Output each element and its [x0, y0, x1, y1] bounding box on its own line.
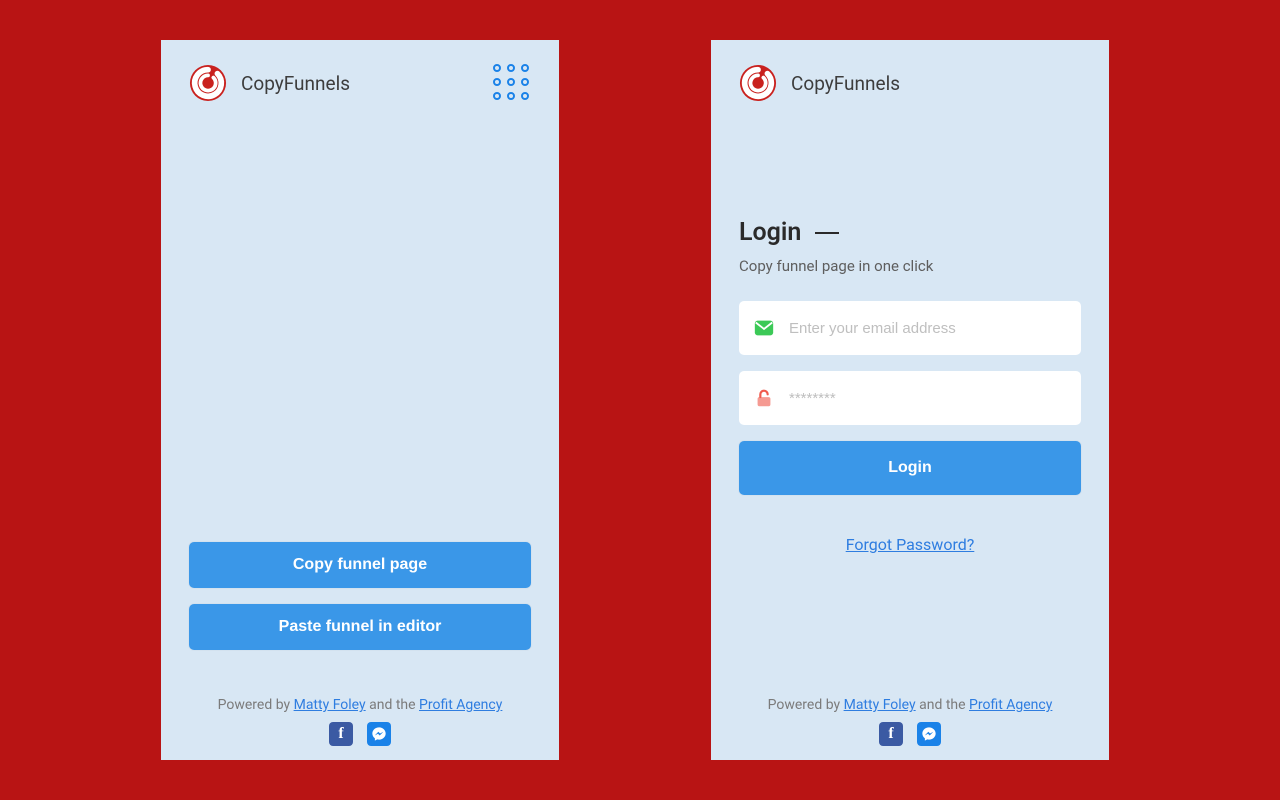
header: CopyFunnels — [711, 40, 1109, 102]
footer-link-author[interactable]: Matty Foley — [294, 697, 366, 713]
messenger-icon[interactable] — [367, 722, 391, 746]
brand-name: CopyFunnels — [791, 72, 900, 95]
menu-grid-icon[interactable] — [493, 64, 531, 102]
footer-text: Powered by Matty Foley and the Profit Ag… — [218, 697, 503, 713]
lock-icon — [753, 387, 775, 409]
app-logo-icon — [739, 64, 777, 102]
app-logo-icon — [189, 64, 227, 102]
footer-text: Powered by Matty Foley and the Profit Ag… — [768, 697, 1053, 713]
forgot-password: Forgot Password? — [739, 535, 1081, 554]
login-card: CopyFunnels Login Copy funnel page in on… — [711, 40, 1109, 760]
main-actions-card: CopyFunnels Copy funnel page Paste funne… — [161, 40, 559, 760]
login-title: Login — [739, 218, 801, 247]
social-icons: f — [711, 722, 1109, 746]
footer: Powered by Matty Foley and the Profit Ag… — [711, 697, 1109, 746]
login-title-row: Login — [739, 218, 1081, 247]
footer-link-agency[interactable]: Profit Agency — [969, 697, 1052, 713]
password-input[interactable] — [789, 390, 1067, 407]
copy-funnel-button[interactable]: Copy funnel page — [189, 542, 531, 588]
footer-link-author[interactable]: Matty Foley — [844, 697, 916, 713]
facebook-icon[interactable]: f — [329, 722, 353, 746]
title-dash-icon — [815, 232, 839, 234]
brand: CopyFunnels — [189, 64, 350, 102]
forgot-password-link[interactable]: Forgot Password? — [846, 535, 975, 554]
login-form: Login Copy funnel page in one click Logi… — [711, 218, 1109, 554]
email-input[interactable] — [789, 320, 1067, 337]
password-input-wrap — [739, 371, 1081, 425]
facebook-icon[interactable]: f — [879, 722, 903, 746]
brand-name: CopyFunnels — [241, 72, 350, 95]
email-input-wrap — [739, 301, 1081, 355]
login-subtitle: Copy funnel page in one click — [739, 257, 1081, 275]
login-button[interactable]: Login — [739, 441, 1081, 495]
messenger-icon[interactable] — [917, 722, 941, 746]
action-buttons: Copy funnel page Paste funnel in editor — [189, 542, 531, 650]
social-icons: f — [161, 722, 559, 746]
footer: Powered by Matty Foley and the Profit Ag… — [161, 697, 559, 746]
footer-link-agency[interactable]: Profit Agency — [419, 697, 502, 713]
paste-funnel-button[interactable]: Paste funnel in editor — [189, 604, 531, 650]
brand: CopyFunnels — [739, 64, 900, 102]
mail-icon — [753, 317, 775, 339]
header: CopyFunnels — [161, 40, 559, 102]
